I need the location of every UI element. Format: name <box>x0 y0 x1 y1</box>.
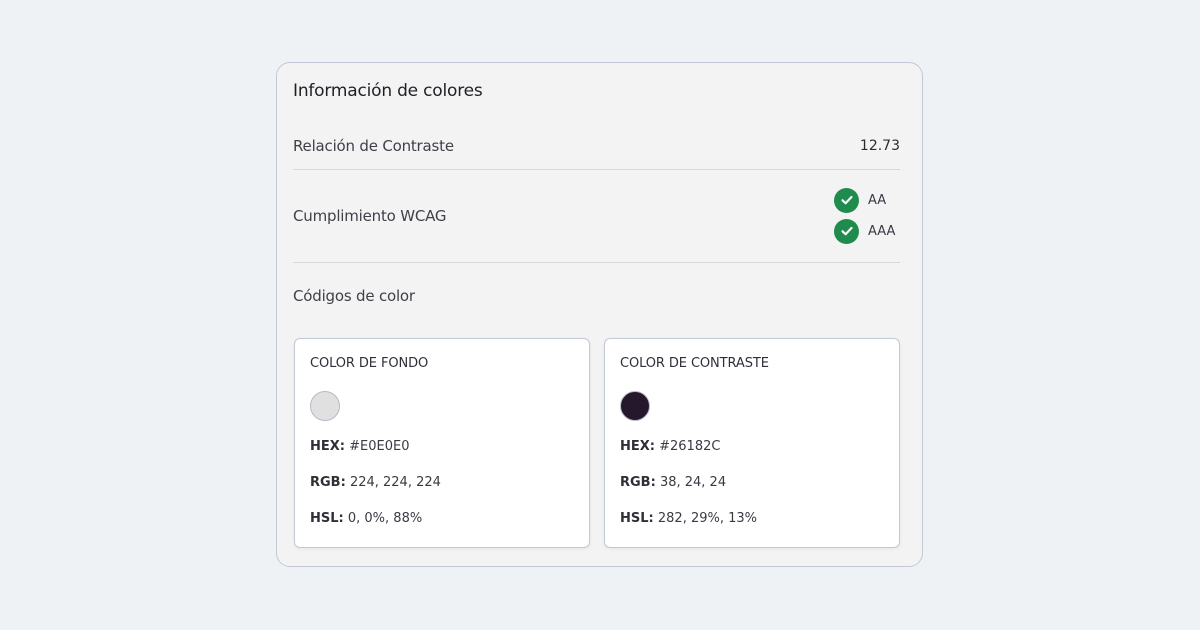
background-color-card: COLOR DE FONDO HEX: #E0E0E0 RGB: 224, 22… <box>294 338 590 548</box>
contrast-ratio-label: Relación de Contraste <box>293 137 454 155</box>
contrast-ratio-row: Relación de Contraste 12.73 <box>293 123 900 170</box>
wcag-badge-aa: AA <box>834 187 900 213</box>
hsl-code[interactable]: HSL: 282, 29%, 13% <box>620 511 757 526</box>
color-swatch <box>620 391 650 421</box>
check-circle-icon <box>834 218 859 244</box>
rgb-label: RGB: <box>620 475 656 490</box>
hex-code[interactable]: HEX: #26182C <box>620 439 720 454</box>
contrast-ratio-value: 12.73 <box>859 138 900 154</box>
card-title: COLOR DE FONDO <box>310 356 429 371</box>
rgb-value: 38, 24, 24 <box>659 475 727 490</box>
wcag-badges: AA AAA <box>834 187 900 244</box>
contrast-color-card: COLOR DE CONTRASTE HEX: #26182C RGB: 38,… <box>604 338 900 548</box>
wcag-compliance-row: Cumplimiento WCAG AA AAA <box>293 169 900 263</box>
hsl-value: 0, 0%, 88% <box>347 511 423 526</box>
hex-code[interactable]: HEX: #E0E0E0 <box>310 439 409 454</box>
hsl-value: 282, 29%, 13% <box>657 511 758 526</box>
color-codes-title: Códigos de color <box>293 287 415 305</box>
hsl-code[interactable]: HSL: 0, 0%, 88% <box>310 511 422 526</box>
rgb-code[interactable]: RGB: 224, 224, 224 <box>310 475 441 490</box>
hex-value: #E0E0E0 <box>349 439 410 454</box>
wcag-badge-label: AA <box>868 192 887 208</box>
hex-value: #26182C <box>659 439 721 454</box>
wcag-badge-aaa: AAA <box>834 218 900 244</box>
rgb-code[interactable]: RGB: 38, 24, 24 <box>620 475 726 490</box>
panel-title: Información de colores <box>293 81 483 101</box>
hex-label: HEX: <box>620 439 655 454</box>
card-title: COLOR DE CONTRASTE <box>620 356 769 371</box>
check-circle-icon <box>834 187 859 213</box>
color-info-panel: Información de colores Relación de Contr… <box>276 62 923 567</box>
rgb-label: RGB: <box>310 475 346 490</box>
hex-label: HEX: <box>310 439 345 454</box>
rgb-value: 224, 224, 224 <box>349 475 441 490</box>
color-swatch <box>310 391 340 421</box>
wcag-compliance-label: Cumplimiento WCAG <box>293 206 447 225</box>
hsl-label: HSL: <box>620 511 654 526</box>
wcag-badge-label: AAA <box>868 223 896 239</box>
hsl-label: HSL: <box>310 511 344 526</box>
